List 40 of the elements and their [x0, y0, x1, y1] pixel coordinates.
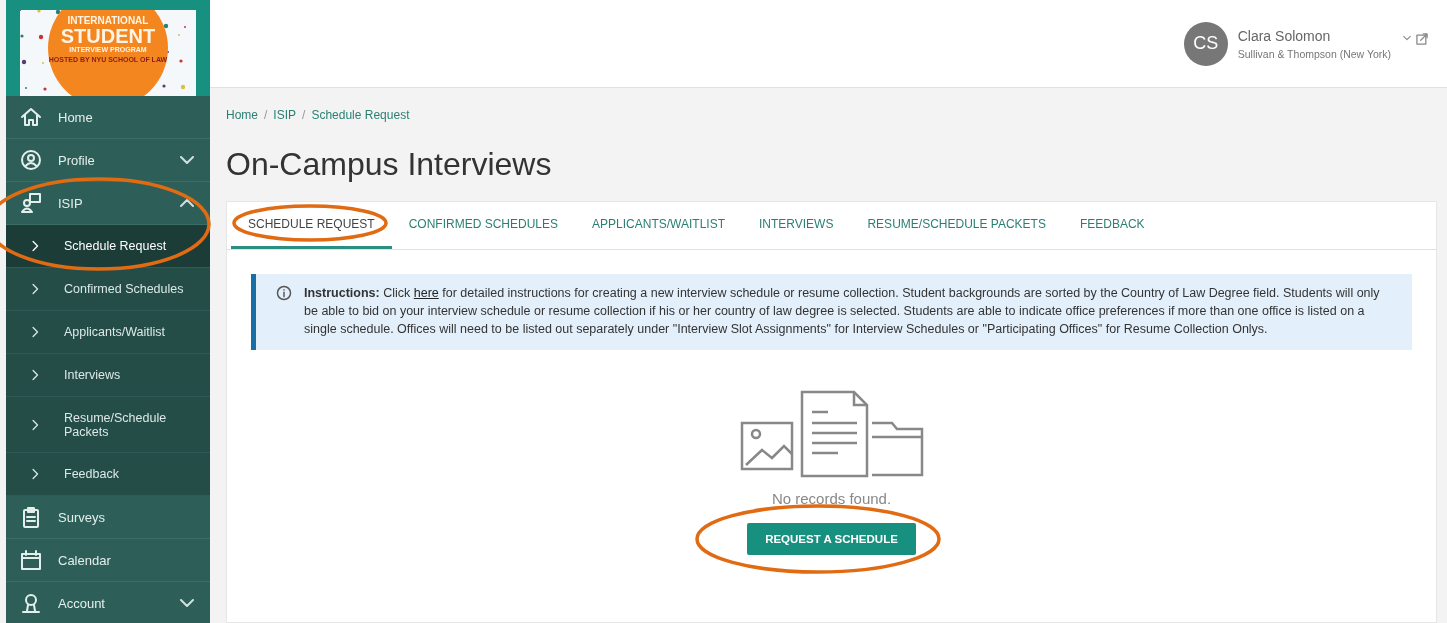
info-icon [276, 285, 292, 301]
sidebar-subitem[interactable]: Schedule Request [6, 225, 210, 268]
tab[interactable]: INTERVIEWS [742, 202, 851, 249]
page-title: On-Campus Interviews [226, 146, 553, 183]
profile-icon [20, 149, 42, 171]
logo-text: STUDENT [60, 26, 156, 46]
breadcrumb-link[interactable]: ISIP [273, 108, 297, 122]
logo-text: INTERNATIONAL [67, 16, 149, 26]
sidebar-item[interactable]: Surveys [6, 496, 210, 539]
user-avatar[interactable]: CS [1183, 21, 1228, 66]
sidebar-item[interactable]: Home [6, 96, 210, 139]
user-name: Clara Solomon [1237, 27, 1332, 44]
instructions-text: Instructions: Click here for detailed instructions for creating a new interview schedule or resume collection. Student backgrounds are sorted by the Country of Law Degree field. Students will only be able to bid on your interview schedule or resume collection if his or her country of law degree is selected. Students are able to indicate office preferences if more than one office is listed on a single schedule. Offices will need to be listed out separately under "Interview Slot Assignments" for Interview Schedules or "Participating Offices" for Resume Collection Onlys. [304, 285, 1381, 339]
sidebar-item[interactable]: Account [6, 582, 210, 623]
clipboard-icon [20, 506, 42, 528]
tab[interactable]: RESUME/SCHEDULE PACKETS [850, 202, 1063, 249]
presenter-icon [20, 192, 42, 214]
account-icon [20, 592, 42, 614]
user-organization: Sullivan & Thompson (New York) [1237, 47, 1391, 60]
sidebar-subitem[interactable]: Applicants/Waitlist [6, 311, 210, 354]
sidebar-item[interactable]: Profile [6, 139, 210, 182]
sidebar-subitem[interactable]: Interviews [6, 354, 210, 397]
tab[interactable]: SCHEDULE REQUEST [231, 202, 392, 249]
tab[interactable]: APPLICANTS/WAITLIST [575, 202, 742, 249]
empty-message: No records found. [771, 490, 892, 508]
sidebar-subitem[interactable]: Resume/Schedule Packets [6, 397, 210, 453]
tab[interactable]: CONFIRMED SCHEDULES [391, 202, 576, 249]
instructions-link[interactable]: here [413, 286, 439, 300]
sidebar-item[interactable]: Calendar [6, 539, 210, 582]
sidebar-subitem[interactable]: Confirmed Schedules [6, 268, 210, 311]
external-link-icon [1415, 31, 1429, 46]
home-icon [20, 106, 42, 128]
tab[interactable]: FEEDBACK [1062, 202, 1162, 249]
breadcrumb-link[interactable]: Home [226, 108, 258, 122]
breadcrumb-separator: / [302, 108, 306, 122]
breadcrumb-link[interactable]: Schedule Request [311, 108, 410, 122]
calendar-icon [20, 549, 42, 571]
request-schedule-button[interactable]: REQUEST A SCHEDULE [747, 523, 916, 556]
sidebar-subitem[interactable]: Feedback [6, 453, 210, 496]
breadcrumb-separator: / [264, 108, 268, 122]
